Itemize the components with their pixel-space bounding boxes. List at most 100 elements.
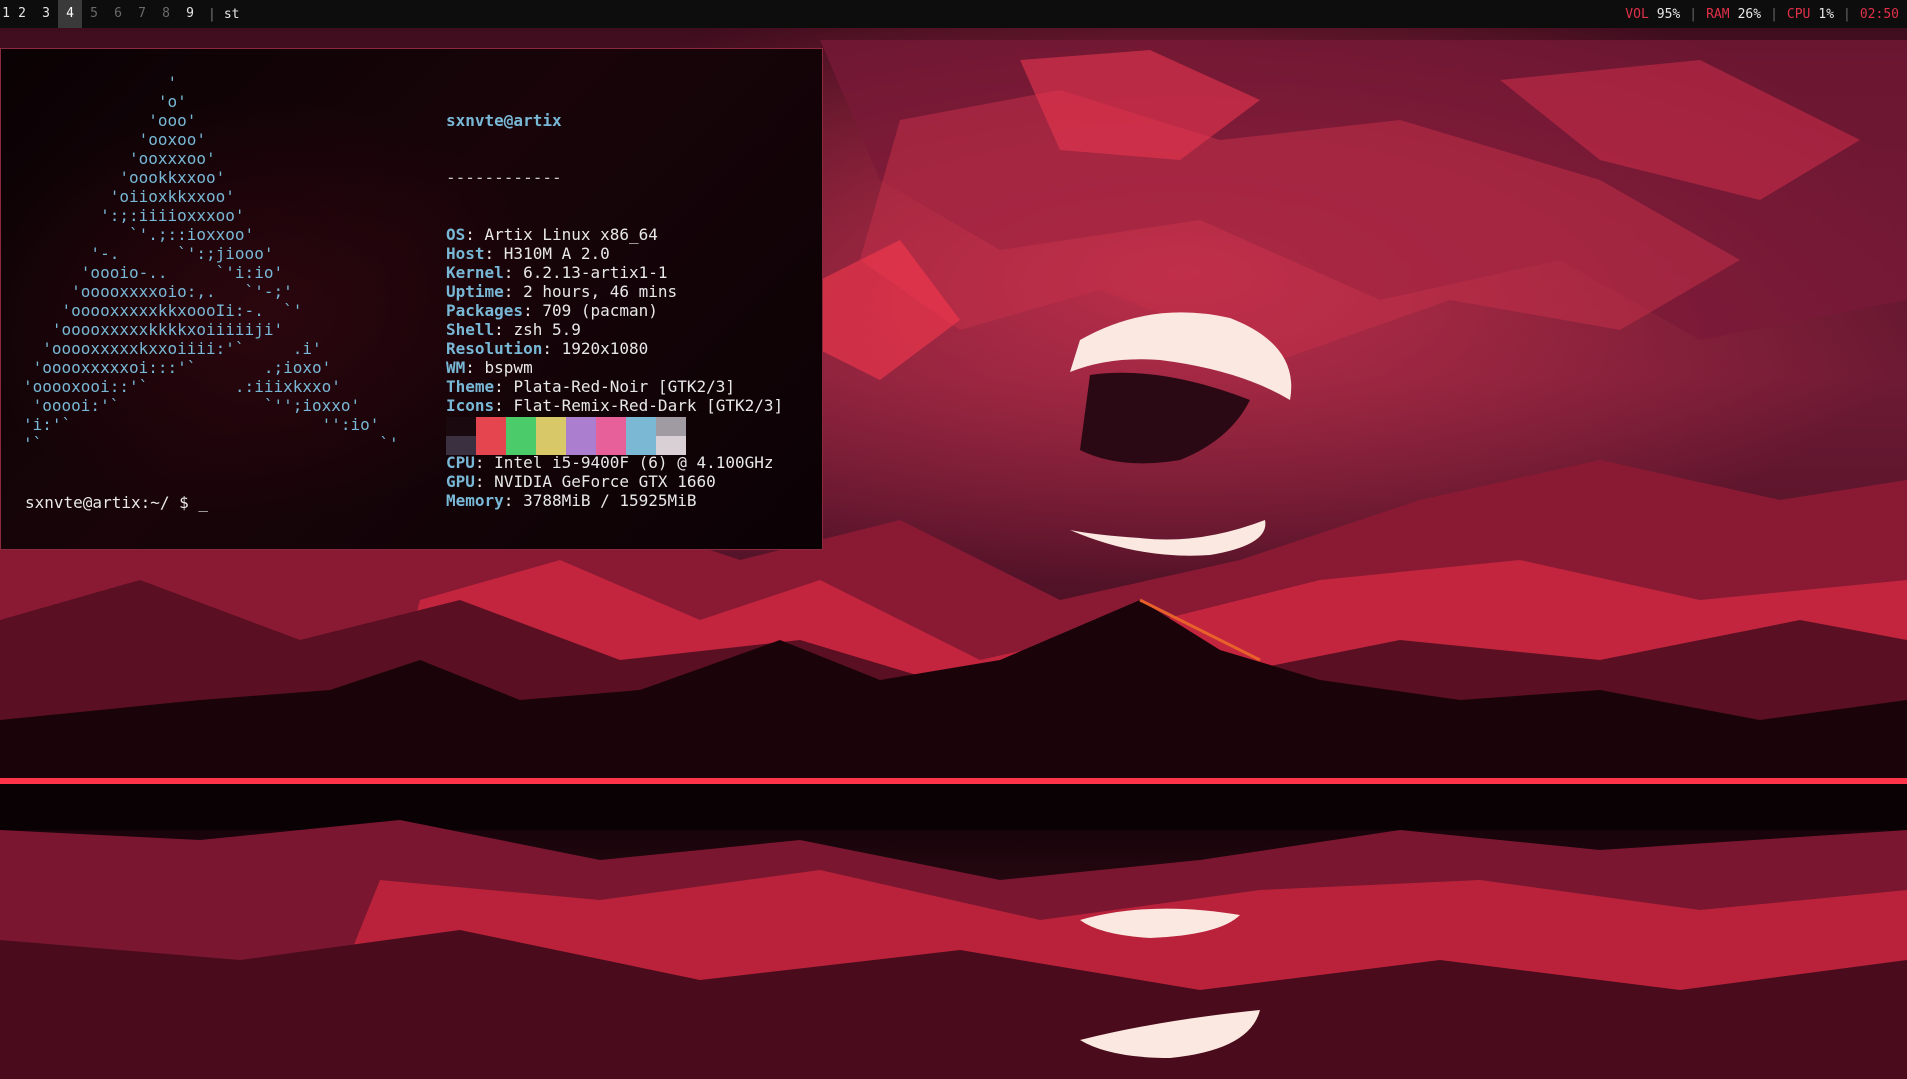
palette-swatch-bright: [656, 436, 686, 455]
info-colon: :: [474, 453, 495, 472]
info-key: Icons: [446, 396, 495, 415]
logo-line: 'ooxoo': [23, 130, 207, 149]
bar-separator: |: [208, 6, 216, 22]
info-row: OS: Artix Linux x86_64: [446, 225, 783, 244]
info-value: Plata-Red-Noir [GTK2/3]: [513, 377, 735, 396]
info-rows: OS: Artix Linux x86_64 Host: H310M A 2.0 K…: [446, 225, 783, 510]
focused-window-title: st: [223, 6, 240, 22]
info-divider: ------------: [446, 168, 562, 187]
info-key: Memory: [446, 491, 504, 510]
cpu-label: CPU: [1786, 6, 1811, 22]
palette-swatch-normal: [626, 417, 656, 436]
workspace-4[interactable]: 4: [58, 0, 82, 28]
info-row: Icons: Flat-Remix-Red-Dark [GTK2/3]: [446, 396, 783, 415]
shell-prompt[interactable]: sxnvte@artix:~/ $ _: [25, 493, 208, 512]
workspace-5[interactable]: 5: [82, 0, 106, 28]
info-colon: :: [494, 396, 514, 415]
workspace-1[interactable]: 1: [0, 0, 10, 28]
info-colon: :: [465, 225, 485, 244]
desktop: 123456789 | st VOL 95% | RAM 26% | CPU 1…: [0, 0, 1907, 1079]
neofetch-info: sxnvte@artix ------------ OS: Artix Linu…: [446, 73, 783, 548]
logo-line: 'o': [23, 92, 187, 111]
terminal-window[interactable]: ' 'o' 'ooo' 'ooxoo' 'ooxxxoo' 'oookkxxoo…: [0, 48, 823, 550]
logo-line: 'ooooxooi::'` .:iiixkxxo': [23, 377, 341, 396]
info-row: Theme: Plata-Red-Noir [GTK2/3]: [446, 377, 783, 396]
info-value: Flat-Remix-Red-Dark [GTK2/3]: [513, 396, 784, 415]
info-key: Uptime: [446, 282, 504, 301]
palette-swatch-normal: [476, 417, 506, 436]
logo-line: 'ooo': [23, 111, 197, 130]
volume-value[interactable]: 95%: [1657, 7, 1680, 22]
info-value: Intel i5-9400F (6) @ 4.100GHz: [494, 453, 774, 472]
info-colon: :: [474, 472, 495, 491]
palette-swatch-normal: [566, 417, 596, 436]
palette-swatch-bright: [536, 436, 566, 455]
status-separator: |: [1843, 6, 1851, 22]
info-value: 709 (pacman): [542, 301, 658, 320]
info-row: Packages: 709 (pacman): [446, 301, 783, 320]
color-palette: [446, 417, 686, 455]
text-cursor: _: [198, 493, 209, 512]
logo-line: 'ooooxxxxxkxxoiiii:'` .i': [23, 339, 322, 358]
palette-swatch: [596, 417, 626, 455]
info-colon: :: [503, 491, 524, 510]
info-key: CPU: [446, 453, 475, 472]
workspace-9[interactable]: 9: [178, 0, 202, 28]
info-value: H310M A 2.0: [503, 244, 610, 263]
logo-line: `'.;::ioxxoo': [23, 225, 255, 244]
logo-line: '` `': [23, 434, 399, 453]
info-row: Kernel: 6.2.13-artix1-1: [446, 263, 783, 282]
ram-value: 26%: [1737, 6, 1762, 22]
info-colon: :: [465, 358, 485, 377]
workspace-3[interactable]: 3: [34, 0, 58, 28]
info-value: NVIDIA GeForce GTX 1660: [494, 472, 716, 491]
info-row: Resolution: 1920x1080: [446, 339, 783, 358]
info-key: WM: [446, 358, 466, 377]
info-key: Resolution: [446, 339, 543, 358]
info-key: Host: [446, 244, 485, 263]
info-key: GPU: [446, 472, 475, 491]
palette-swatch: [446, 417, 476, 455]
info-value: zsh 5.9: [513, 320, 581, 339]
info-row: Memory: 3788MiB / 15925MiB: [446, 491, 783, 510]
palette-swatch-normal: [596, 417, 626, 436]
logo-line: 'ooooxxxxxkkxoooIi:-. `': [23, 301, 303, 320]
logo-line: 'oooio-.. `'i:io': [23, 263, 284, 282]
workspace-6[interactable]: 6: [106, 0, 130, 28]
workspace-2[interactable]: 2: [10, 0, 34, 28]
clock: 02:50: [1859, 6, 1899, 22]
workspace-list: 123456789: [0, 0, 202, 28]
info-key: OS: [446, 225, 466, 244]
palette-swatch-normal: [446, 417, 476, 436]
logo-line: ': [23, 73, 178, 92]
status-modules: VOL 95% | RAM 26% | CPU 1% | 02:50: [1625, 7, 1907, 22]
logo-line: 'ooooxxxxxoi:::'` .;ioxo': [23, 358, 332, 377]
info-row: Host: H310M A 2.0: [446, 244, 783, 263]
workspace-7[interactable]: 7: [130, 0, 154, 28]
volume-label: VOL: [1625, 6, 1649, 22]
palette-swatch: [656, 417, 686, 455]
user-host-title: sxnvte@artix: [446, 111, 562, 130]
info-value: Artix Linux x86_64: [484, 225, 658, 244]
palette-swatch-bright: [446, 436, 476, 455]
palette-swatch-bright: [566, 436, 596, 455]
logo-line: ':;:iiiioxxxoo': [23, 206, 245, 225]
status-separator: |: [1770, 6, 1778, 22]
palette-swatch: [476, 417, 506, 455]
info-row: GPU: NVIDIA GeForce GTX 1660: [446, 472, 783, 491]
info-colon: :: [503, 282, 524, 301]
info-key: Theme: [446, 377, 495, 396]
logo-line: 'oiioxkkxxoo': [23, 187, 235, 206]
logo-line: 'ooxxxoo': [23, 149, 216, 168]
logo-line: 'i:'` '':io': [23, 415, 380, 434]
info-key: Kernel: [446, 263, 504, 282]
info-key: Shell: [446, 320, 495, 339]
logo-line: 'ooooxxxxxkkkkxoiiiiiji': [23, 320, 284, 339]
info-value: 3788MiB / 15925MiB: [523, 491, 697, 510]
workspace-8[interactable]: 8: [154, 0, 178, 28]
info-value: 1920x1080: [561, 339, 649, 358]
logo-line: 'ooooi:'` `'';ioxxo': [23, 396, 361, 415]
palette-swatch-bright: [626, 436, 656, 455]
info-row: Uptime: 2 hours, 46 mins: [446, 282, 783, 301]
status-separator: |: [1689, 6, 1698, 22]
